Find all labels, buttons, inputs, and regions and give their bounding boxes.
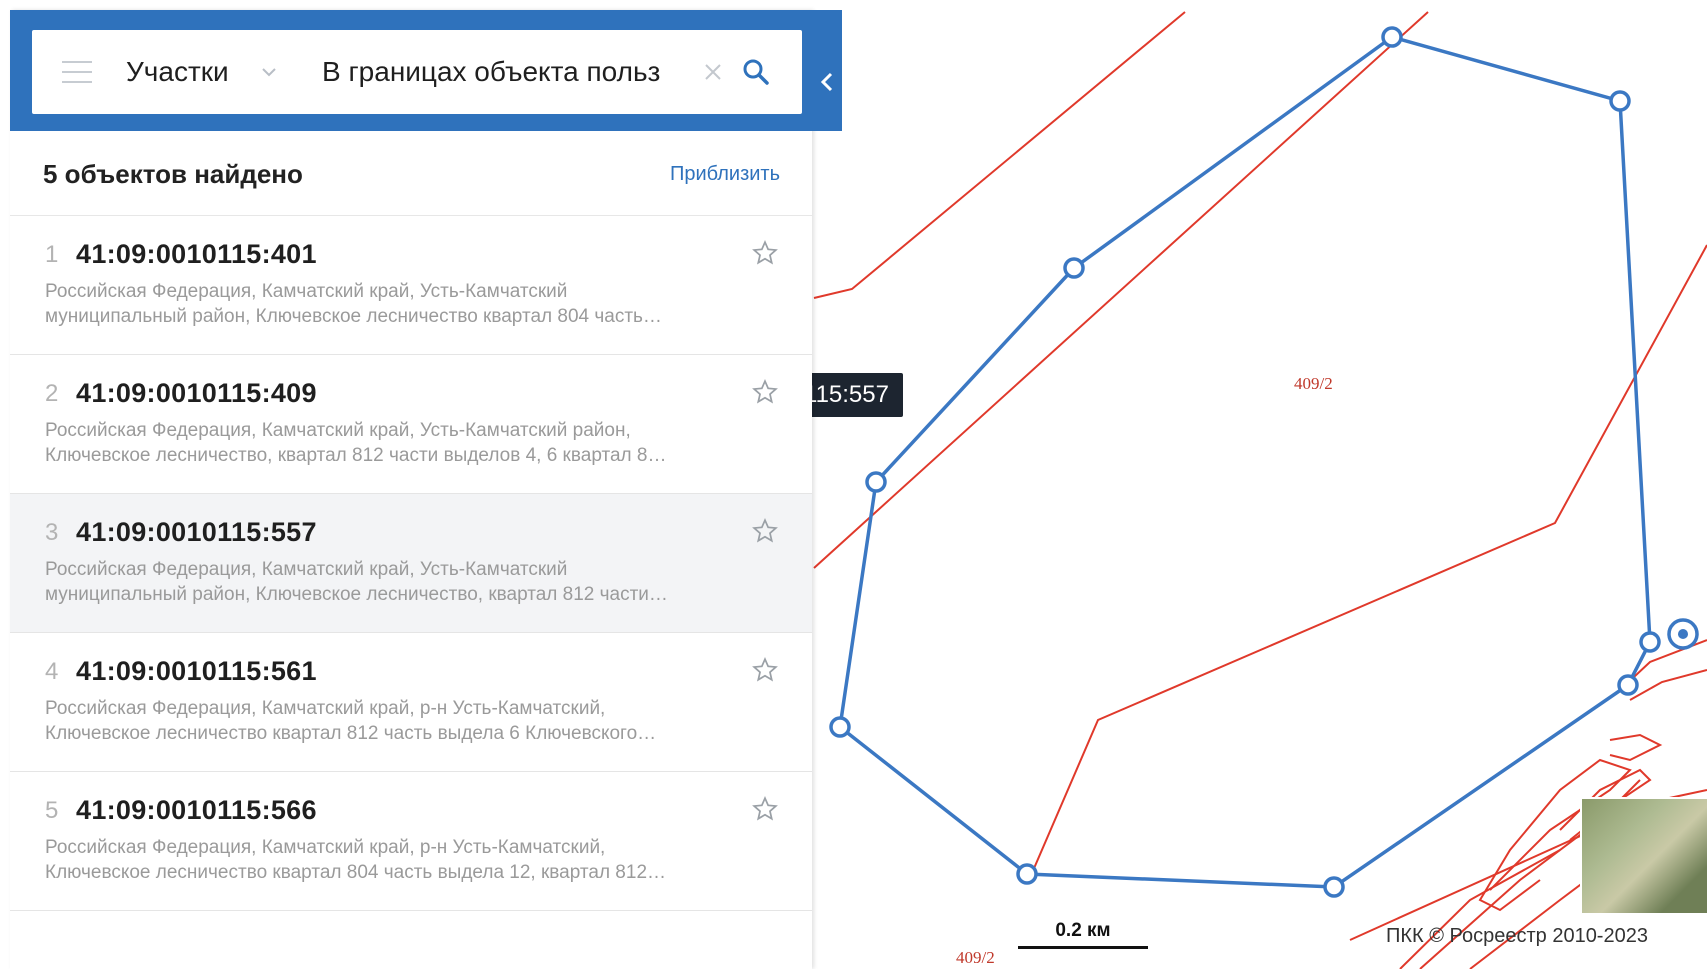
star-icon[interactable] (752, 379, 778, 405)
results-list: 1 41:09:0010115:401 Российская Федерация… (10, 216, 812, 911)
scale-bar: 0.2 км (1018, 920, 1148, 949)
list-item[interactable]: 2 41:09:0010115:409 Российская Федерация… (10, 355, 812, 494)
cadastral-number: 41:09:0010115:401 (76, 239, 317, 269)
scale-label: 0.2 км (1055, 920, 1111, 941)
basemap-switcher[interactable] (1580, 797, 1707, 915)
address-line: Ключевское лесничество, квартал 812 част… (45, 445, 667, 466)
chevron-left-icon (820, 72, 833, 92)
search-box: Участки В границах объекта польз (32, 30, 802, 114)
item-number: 4 (45, 658, 59, 685)
location-marker-icon (1667, 618, 1699, 650)
star-icon[interactable] (752, 518, 778, 544)
list-item[interactable]: 5 41:09:0010115:566 Российская Федерация… (10, 772, 812, 911)
star-icon[interactable] (752, 796, 778, 822)
item-number: 3 (45, 519, 59, 546)
search-input[interactable]: В границах объекта польз (322, 30, 692, 114)
address-line: Российская Федерация, Камчатский край, У… (45, 420, 631, 441)
item-address: Российская Федерация, Камчатский край, р… (45, 835, 765, 885)
address-line: Российская Федерация, Камчатский край, р… (45, 698, 606, 719)
address-line: муниципальный район, Ключевское лесничес… (45, 306, 662, 327)
address-line: Российская Федерация, Камчатский край, У… (45, 559, 568, 580)
address-line: Ключевское лесничество квартал 804 часть… (45, 862, 667, 883)
item-number: 1 (45, 241, 59, 268)
item-address: Российская Федерация, Камчатский край, У… (45, 557, 765, 607)
close-icon[interactable] (703, 62, 723, 82)
selected-parcel-outline (838, 35, 1652, 889)
collapse-panel-button[interactable] (812, 60, 842, 104)
item-number: 2 (45, 380, 59, 407)
copyright-text: ПКК © Росреестр 2010-2023 (1386, 925, 1648, 947)
item-number: 5 (45, 797, 59, 824)
address-line: Российская Федерация, Камчатский край, р… (45, 837, 606, 858)
search-header: Участки В границах объекта польз (10, 10, 842, 131)
parcel-boundaries (813, 11, 1707, 969)
list-item[interactable]: 4 41:09:0010115:561 Российская Федерация… (10, 633, 812, 772)
map-tooltip: 115:557 (804, 373, 903, 417)
parcel-label: 409/2 (1294, 374, 1333, 393)
menu-icon[interactable] (62, 61, 92, 83)
address-line: муниципальный район, Ключевское лесничес… (45, 584, 668, 605)
layer-select-label: Участки (126, 56, 229, 87)
search-icon[interactable] (742, 58, 770, 86)
item-address: Российская Федерация, Камчатский край, У… (45, 279, 765, 329)
cadastral-number: 41:09:0010115:557 (76, 517, 317, 547)
item-address: Российская Федерация, Камчатский край, р… (45, 696, 765, 746)
address-line: Российская Федерация, Камчатский край, У… (45, 281, 568, 302)
item-address: Российская Федерация, Камчатский край, У… (45, 418, 765, 468)
results-header: 5 объектов найдено Приблизить (10, 131, 812, 216)
cadastral-number: 41:09:0010115:561 (76, 656, 317, 686)
zoom-to-results-link[interactable]: Приблизить (670, 163, 780, 186)
address-line: Ключевское лесничество квартал 812 часть… (45, 723, 657, 744)
cadastral-number: 41:09:0010115:566 (76, 795, 317, 825)
parcel-label: 409/2 (956, 948, 995, 967)
star-icon[interactable] (752, 657, 778, 683)
list-item[interactable]: 1 41:09:0010115:401 Российская Федерация… (10, 216, 812, 355)
list-item[interactable]: 3 41:09:0010115:557 Российская Федерация… (10, 494, 812, 633)
chevron-down-icon (261, 68, 276, 77)
scale-line (1018, 946, 1148, 949)
layer-select[interactable]: Участки (126, 30, 277, 114)
cadastral-number: 41:09:0010115:409 (76, 378, 317, 408)
search-panel: Участки В границах объекта польз 5 объек… (10, 10, 842, 969)
results-count: 5 объектов найдено (43, 159, 303, 189)
star-icon[interactable] (752, 240, 778, 266)
selected-parcel-vertices (829, 26, 1661, 898)
